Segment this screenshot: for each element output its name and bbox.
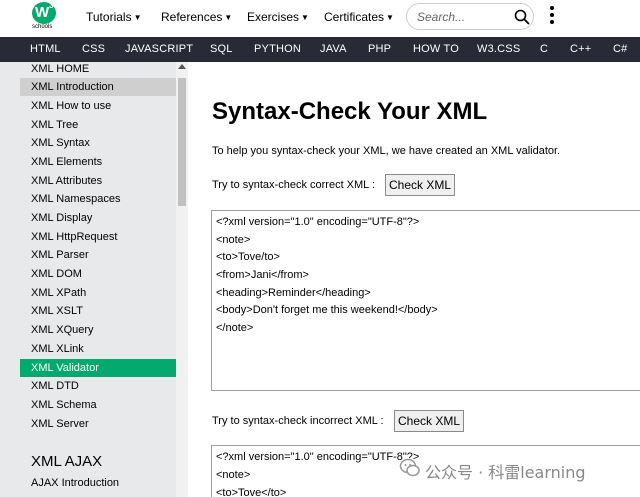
code-line: <?xml version="1.0" encoding="UTF-8"?> (216, 216, 420, 228)
caret-down-icon: ▼ (224, 13, 233, 22)
nav-exercises-label: Exercises (247, 10, 300, 24)
sidebar-scrollbar[interactable] (176, 62, 188, 497)
caret-down-icon: ▼ (386, 13, 394, 22)
search-box (406, 3, 534, 30)
logo-superscript: 3 (49, 1, 54, 10)
subject-sql[interactable]: SQL (210, 43, 233, 55)
subject-c[interactable]: C (540, 43, 548, 55)
sidebar-item-xml-introduction[interactable]: XML Introduction (20, 78, 176, 96)
code-line: <note> (216, 234, 251, 246)
sidebar-item-xml-syntax[interactable]: XML Syntax (20, 134, 176, 152)
watermark: 公众号 · 科雷learning (399, 457, 629, 485)
sidebar-item-xml-tree[interactable]: XML Tree (20, 116, 176, 134)
subject-html[interactable]: HTML (30, 43, 61, 55)
sidebar-item-xml-elements[interactable]: XML Elements (20, 153, 176, 171)
sidebar-item-xml-xpath[interactable]: XML XPath (20, 284, 176, 302)
code-line: <?xml version="1.0" encoding="UTF-8"?> (216, 451, 420, 463)
sidebar-item-xml-dtd[interactable]: XML DTD (20, 377, 176, 395)
subject-css[interactable]: CSS (82, 43, 105, 55)
search-icon[interactable] (514, 9, 530, 25)
sidebar-item-xml-home[interactable]: XML HOME (20, 62, 176, 78)
subject-cpp[interactable]: C++ (570, 43, 591, 55)
search-input[interactable] (417, 10, 507, 24)
subject-java[interactable]: JAVA (320, 43, 347, 55)
sidebar-item-ajax-introduction[interactable]: AJAX Introduction (20, 474, 176, 492)
intro-text: To help you syntax-check your XML, we ha… (212, 145, 561, 157)
caret-down-icon: ▼ (301, 13, 309, 22)
nav-certificates-label: Certificates (324, 10, 385, 24)
sidebar-item-xml-dom[interactable]: XML DOM (20, 265, 176, 283)
code-line: <to>Tove/to> (216, 251, 280, 263)
logo-letter: W (35, 4, 49, 21)
subject-php[interactable]: PHP (368, 43, 391, 55)
subject-javascript[interactable]: JAVASCRIPT (125, 43, 193, 55)
main-content: Syntax-Check Your XML To help you syntax… (188, 62, 640, 497)
scroll-up-icon[interactable] (178, 64, 186, 69)
correct-xml-textarea[interactable]: <?xml version="1.0" encoding="UTF-8"?> <… (211, 210, 640, 391)
subject-csharp[interactable]: C# (613, 43, 627, 55)
sidebar-item-xml-schema[interactable]: XML Schema (20, 396, 176, 414)
sidebar: XML HOME XML Introduction XML How to use… (0, 62, 188, 497)
nav-tutorials[interactable]: Tutorials ▼ (86, 10, 142, 24)
kebab-menu-icon[interactable] (548, 6, 556, 26)
sidebar-item-xml-namespaces[interactable]: XML Namespaces (20, 190, 176, 208)
code-line: <from>Jani</from> (216, 269, 309, 281)
w3schools-logo[interactable]: W 3 schools (30, 1, 62, 32)
code-line: <to>Tove</to> (216, 487, 287, 497)
nav-certificates[interactable]: Certificates ▼ (324, 10, 394, 24)
sidebar-item-xml-how-to-use[interactable]: XML How to use (20, 97, 176, 115)
correct-xml-prompt: Try to syntax-check correct XML : (212, 179, 376, 191)
nav-tutorials-label: Tutorials (86, 10, 132, 24)
sidebar-item-xml-xquery[interactable]: XML XQuery (20, 321, 176, 339)
sidebar-section-heading: XML AJAX (31, 453, 103, 470)
code-line: <heading>Reminder</heading> (216, 287, 371, 299)
check-correct-xml-button[interactable]: Check XML (385, 174, 455, 196)
watermark-text: 公众号 · 科雷learning (425, 463, 586, 482)
subject-howto[interactable]: HOW TO (413, 43, 459, 55)
sidebar-item-xml-attributes[interactable]: XML Attributes (20, 172, 176, 190)
sidebar-item-xml-httprequest[interactable]: XML HttpRequest (20, 228, 176, 246)
sidebar-item-xml-parser[interactable]: XML Parser (20, 246, 176, 264)
code-line: </note> (216, 322, 254, 334)
sidebar-item-xml-validator[interactable]: XML Validator (20, 359, 176, 377)
subject-w3css[interactable]: W3.CSS (477, 43, 520, 55)
sidebar-item-xml-display[interactable]: XML Display (20, 209, 176, 227)
logo-text: schools (32, 24, 53, 30)
subject-python[interactable]: PYTHON (254, 43, 301, 55)
subject-nav-bar: HTML CSS JAVASCRIPT SQL PYTHON JAVA PHP … (0, 37, 640, 62)
nav-exercises[interactable]: Exercises ▼ (247, 10, 309, 24)
scrollbar-thumb[interactable] (178, 78, 186, 206)
code-line: <note> (216, 469, 251, 481)
sidebar-item-xml-server[interactable]: XML Server (20, 415, 176, 433)
nav-references-label: References (161, 10, 223, 24)
sidebar-item-xml-xlink[interactable]: XML XLink (20, 340, 176, 358)
top-bar: W 3 schools Tutorials ▼ References ▼ Exerc… (0, 0, 640, 37)
incorrect-xml-prompt: Try to syntax-check incorrect XML : (212, 415, 384, 427)
sidebar-item-xml-xslt[interactable]: XML XSLT (20, 302, 176, 320)
check-incorrect-xml-button[interactable]: Check XML (394, 410, 464, 432)
nav-references[interactable]: References ▼ (161, 10, 232, 24)
caret-down-icon: ▼ (133, 13, 142, 22)
code-line: <body>Don't forget me this weekend!</bod… (216, 304, 438, 316)
wechat-icon (399, 458, 420, 477)
page-title: Syntax-Check Your XML (212, 98, 488, 125)
